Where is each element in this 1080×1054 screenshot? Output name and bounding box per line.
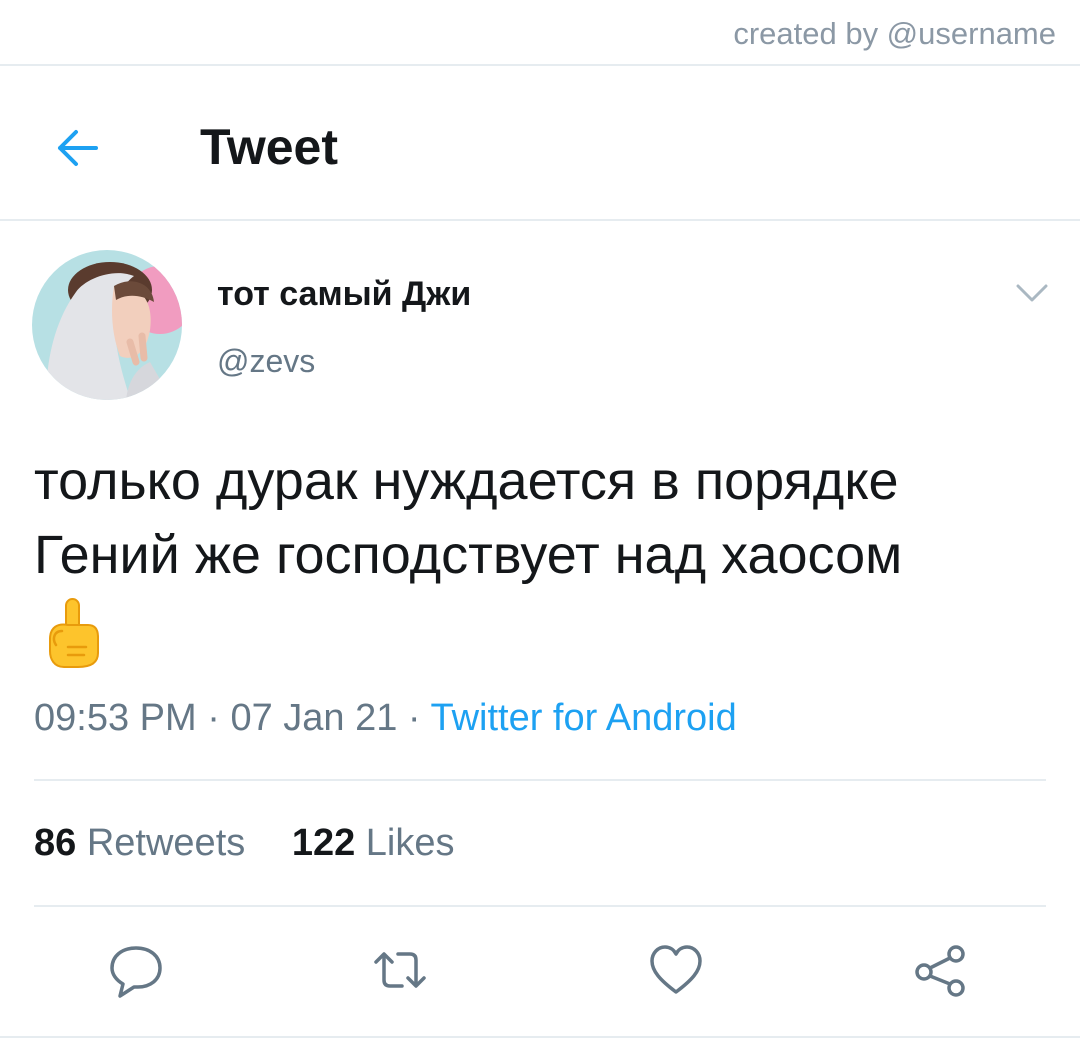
avatar[interactable] [32, 250, 182, 400]
divider [0, 64, 1080, 66]
retweets-label: Retweets [86, 822, 246, 864]
arrow-left-icon [58, 130, 98, 166]
divider [34, 779, 1046, 781]
tweet-metadata: 09:53 PM · 07 Jan 21 · Twitter for Andro… [34, 697, 737, 740]
separator: · [407, 697, 421, 739]
tweet-time: 09:53 PM [34, 697, 197, 739]
tweet-date: 07 Jan 21 [230, 697, 398, 739]
tweet-stats: 86 Retweets 122 Likes [34, 822, 455, 865]
pointing-up-emoji [40, 597, 102, 669]
tweet-text-line: только дурак нуждается в порядке [34, 451, 899, 511]
retweet-icon [374, 952, 426, 988]
retweet-button[interactable] [370, 940, 430, 1000]
share-button[interactable] [910, 940, 970, 1000]
likes-stat[interactable]: 122 Likes [292, 822, 455, 864]
reply-button[interactable] [106, 940, 166, 1000]
share-icon [915, 945, 965, 997]
divider [34, 905, 1046, 907]
tweet-text: только дурак нуждается в порядке Гений ж… [34, 444, 1046, 592]
like-icon [650, 945, 702, 994]
back-button[interactable] [50, 120, 106, 176]
retweets-count: 86 [34, 822, 77, 864]
display-name[interactable]: тот самый Джи [217, 275, 471, 314]
like-button[interactable] [646, 940, 706, 1000]
likes-count: 122 [291, 822, 356, 864]
reply-icon [110, 946, 162, 998]
user-handle[interactable]: @zevs [217, 343, 315, 380]
chevron-down-icon [1016, 284, 1048, 302]
tweet-text-line: Гений же господствует над хаосом [34, 525, 903, 585]
more-options-button[interactable] [1012, 278, 1052, 308]
likes-label: Likes [365, 822, 455, 864]
divider [0, 1036, 1080, 1038]
separator: · [207, 697, 220, 739]
divider [0, 219, 1080, 221]
tweet-source-link[interactable]: Twitter for Android [430, 697, 736, 739]
watermark: created by @username [733, 16, 1056, 51]
retweets-stat[interactable]: 86 Retweets [34, 822, 245, 864]
page-title: Tweet [200, 119, 338, 175]
